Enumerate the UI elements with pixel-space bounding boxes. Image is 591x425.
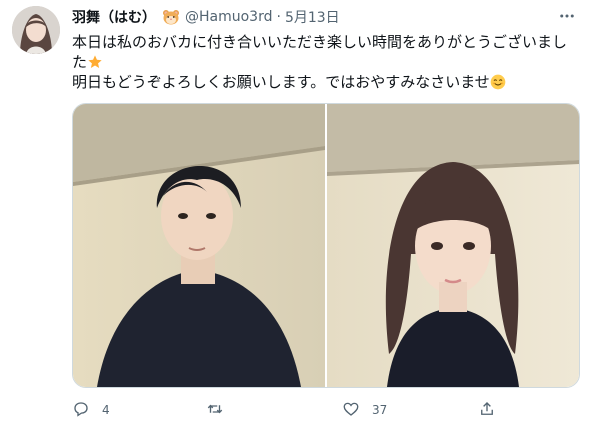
share-button[interactable] bbox=[478, 398, 496, 422]
tweet-text-line3: 明日もどうぞよろしくお願いします。ではおやすみなさいませ bbox=[72, 73, 490, 91]
retweet-icon bbox=[206, 400, 224, 421]
like-count: 37 bbox=[372, 403, 388, 417]
display-name[interactable]: 羽舞（はむ） bbox=[72, 7, 156, 27]
tweet-date[interactable]: 5月13日 bbox=[285, 7, 340, 27]
tweet-media[interactable] bbox=[72, 103, 580, 388]
reply-count: 4 bbox=[102, 403, 110, 417]
tweet-text-line2: た bbox=[72, 53, 88, 71]
avatar[interactable] bbox=[12, 6, 60, 54]
retweet-button[interactable] bbox=[206, 398, 236, 422]
user-handle[interactable]: @Hamuo3rd bbox=[185, 9, 273, 25]
tweet-text: 本日は私のおバカに付き合いいただき楽しい時間をありがとうございまし た 明日もど… bbox=[72, 32, 580, 92]
separator-dot: · bbox=[276, 9, 281, 25]
more-icon[interactable] bbox=[555, 6, 579, 26]
like-button[interactable]: 37 bbox=[342, 398, 387, 422]
tweet-text-line1: 本日は私のおバカに付き合いいただき楽しい時間をありがとうございまし bbox=[72, 33, 568, 51]
reply-button[interactable]: 4 bbox=[72, 398, 110, 422]
photo-right[interactable] bbox=[327, 104, 579, 387]
tweet-header: 羽舞（はむ） @Hamuo3rd · 5月13日 bbox=[72, 7, 340, 27]
smiling-face-emoji bbox=[490, 74, 506, 90]
hamster-face-emoji bbox=[162, 8, 180, 26]
avatar-image bbox=[12, 6, 60, 54]
reply-icon bbox=[72, 400, 90, 421]
star-emoji bbox=[87, 54, 103, 70]
tweet[interactable]: 羽舞（はむ） @Hamuo3rd · 5月13日 本日は私のおバカに付き合いいた… bbox=[0, 0, 591, 425]
like-icon bbox=[342, 400, 360, 421]
photo-left[interactable] bbox=[73, 104, 325, 387]
share-icon bbox=[478, 400, 496, 421]
tweet-actions: 4 37 bbox=[72, 398, 572, 422]
